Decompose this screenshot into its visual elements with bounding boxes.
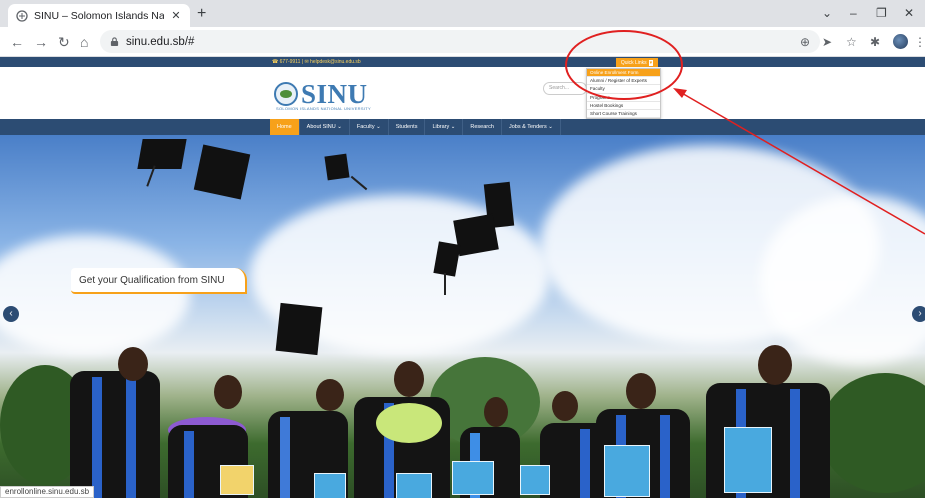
annotation-arrow bbox=[673, 88, 925, 235]
status-bar-url: enrollonline.sinu.edu.sb bbox=[0, 486, 95, 498]
